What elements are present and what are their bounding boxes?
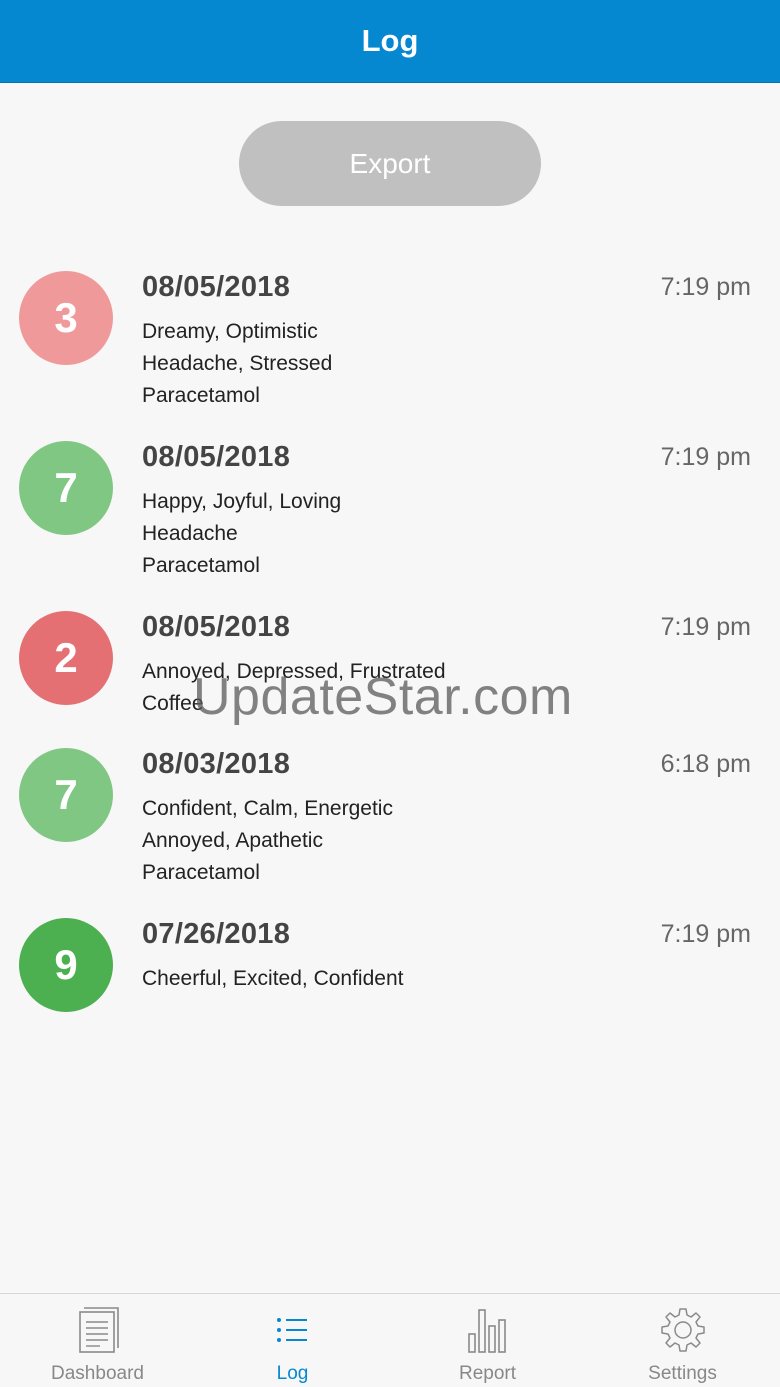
entry-date: 07/26/2018 <box>142 918 291 950</box>
mood-score-badge: 9 <box>19 918 113 1012</box>
entry-time: 7:19 pm <box>660 273 751 301</box>
entry-moods: Cheerful, Excited, Confident <box>142 967 404 990</box>
nav-log[interactable]: Log <box>195 1294 390 1387</box>
mood-score-badge: 7 <box>19 748 113 842</box>
entry-symptoms: Headache, Stressed <box>142 352 333 375</box>
entry-details: Annoyed, Depressed, Frustrated Coffee <box>142 656 446 720</box>
entry-medication: Paracetamol <box>142 384 260 407</box>
entry-moods: Dreamy, Optimistic <box>142 320 318 343</box>
entry-time: 7:19 pm <box>660 443 751 471</box>
entry-details: Dreamy, Optimistic Headache, Stressed Pa… <box>142 316 332 412</box>
entry-date: 08/03/2018 <box>142 748 291 780</box>
bar-chart-icon <box>467 1309 506 1353</box>
export-button[interactable]: Export <box>239 121 541 206</box>
nav-label: Settings <box>648 1363 717 1384</box>
entry-date: 08/05/2018 <box>142 441 291 473</box>
nav-label: Dashboard <box>51 1363 144 1384</box>
nav-settings[interactable]: Settings <box>585 1294 780 1387</box>
entry-details: Confident, Calm, Energetic Annoyed, Apat… <box>142 793 393 889</box>
nav-report[interactable]: Report <box>390 1294 585 1387</box>
bottom-nav: Dashboard Log Report Settings <box>0 1293 780 1387</box>
nav-label: Report <box>458 1363 517 1384</box>
mood-score-badge: 7 <box>19 441 113 535</box>
entry-medication: Paracetamol <box>142 861 260 884</box>
entry-date: 08/05/2018 <box>142 271 291 303</box>
entry-medication: Coffee <box>142 692 204 715</box>
entry-time: 7:19 pm <box>660 613 751 641</box>
entry-moods: Happy, Joyful, Loving <box>142 490 342 513</box>
entry-moods: Annoyed, Depressed, Frustrated <box>142 660 446 683</box>
app-header: Log <box>0 0 780 83</box>
list-icon <box>276 1318 307 1342</box>
app-screen: Log Export 3 08/05/2018 7:19 pm Dreamy, … <box>0 0 780 1387</box>
page-title: Log <box>361 23 419 58</box>
entry-time: 6:18 pm <box>660 750 751 778</box>
entry-time: 7:19 pm <box>660 920 751 948</box>
mood-score-badge: 2 <box>19 611 113 705</box>
entry-medication: Paracetamol <box>142 554 260 577</box>
gear-icon <box>660 1308 705 1352</box>
entry-symptoms: Annoyed, Apathetic <box>142 829 323 852</box>
entry-symptoms: Headache <box>142 522 238 545</box>
entry-date: 08/05/2018 <box>142 611 291 643</box>
entry-details: Cheerful, Excited, Confident <box>142 963 403 995</box>
mood-score-badge: 3 <box>19 271 113 365</box>
nav-dashboard[interactable]: Dashboard <box>0 1294 195 1387</box>
document-icon <box>78 1307 119 1353</box>
nav-label: Log <box>276 1363 309 1384</box>
entry-details: Happy, Joyful, Loving Headache Paracetam… <box>142 486 341 582</box>
entry-moods: Confident, Calm, Energetic <box>142 797 393 820</box>
